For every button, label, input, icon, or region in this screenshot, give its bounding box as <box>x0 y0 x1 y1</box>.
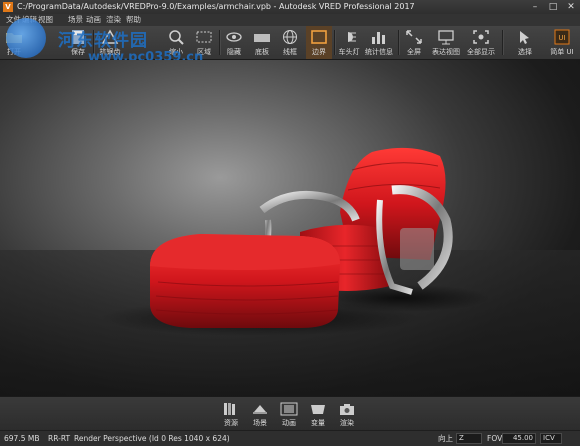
eye-icon <box>226 32 242 42</box>
fullscreen-icon <box>406 30 422 44</box>
dock-animation-button[interactable]: 动画 <box>276 399 302 429</box>
app-icon: V <box>3 2 13 12</box>
show-all-icon <box>473 30 489 44</box>
maximize-button[interactable]: □ <box>545 1 561 13</box>
toolbar-showall-button[interactable]: 全部显示 <box>464 26 498 59</box>
region-icon <box>196 31 212 43</box>
variants-icon <box>311 405 325 414</box>
window-title: C:/ProgramData/Autodesk/VREDPro-9.0/Exam… <box>17 2 415 11</box>
film-icon <box>280 402 298 416</box>
up-axis-label: 向上 <box>438 434 453 443</box>
up-axis-select[interactable]: Z <box>456 433 482 444</box>
ui-icon: UI <box>554 29 570 45</box>
zoom-out-icon <box>169 30 184 45</box>
title-bar: V C:/ProgramData/Autodesk/VREDPro-9.0/Ex… <box>0 0 580 14</box>
dock-variants-button[interactable]: 变量 <box>305 399 331 429</box>
menu-view[interactable]: 视图 <box>38 14 53 26</box>
toolbar-antialias-button[interactable]: 抗锯齿 <box>96 26 124 59</box>
dock-render-button[interactable]: 渲染 <box>334 399 360 429</box>
bottom-dock: 资源 场景 动画 变量 渲染 <box>0 396 580 431</box>
folder-icon <box>6 33 22 43</box>
boundary-icon <box>311 30 327 44</box>
toolbar-shrink-button[interactable]: 缩小 <box>164 26 188 59</box>
toolbar-renderview-button[interactable]: 表达视图 <box>430 26 462 59</box>
memory-usage: 697.5 MB <box>4 434 40 443</box>
floor-icon <box>254 34 270 42</box>
toolbar-stats-button[interactable]: 统计信息 <box>364 26 394 59</box>
render-viewport[interactable] <box>0 60 580 396</box>
icv-button[interactable]: ICV <box>540 433 562 444</box>
render-view-icon <box>438 30 454 45</box>
toolbar-boundary-button[interactable]: 边界 <box>306 26 332 59</box>
books-icon <box>224 403 235 415</box>
toolbar-wireframe-button[interactable]: 线框 <box>278 26 302 59</box>
stats-icon <box>372 32 385 44</box>
toolbar-floor-button[interactable]: 底板 <box>250 26 274 59</box>
toolbar-fullscreen-button[interactable]: 全屏 <box>402 26 426 59</box>
antialias-icon <box>101 29 119 44</box>
fov-label: FOV <box>487 434 503 443</box>
scene-icon <box>253 405 267 414</box>
render-info: Render Perspective (Id 0 Res 1040 x 624) <box>74 434 230 443</box>
toolbar-headlight-button[interactable]: 车头灯 <box>336 26 362 59</box>
toolbar-open-button[interactable]: 打开 <box>2 26 26 59</box>
status-bar: 697.5 MB RR-RT Render Perspective (Id 0 … <box>0 430 580 446</box>
select-icon <box>520 31 529 44</box>
toolbar-select-button[interactable]: 选择 <box>510 26 540 59</box>
fov-input[interactable]: 45.00 <box>502 433 536 444</box>
wireframe-icon <box>283 30 297 44</box>
toolbar-region-button[interactable]: 区域 <box>192 26 216 59</box>
save-icon <box>72 30 84 44</box>
render-mode: RR-RT <box>48 434 71 443</box>
menu-edit[interactable]: 编辑 <box>22 14 37 26</box>
menu-bar: 文件 编辑 视图 场景 动画 渲染 帮助 <box>0 14 580 26</box>
menu-animation[interactable]: 动画 <box>86 14 101 26</box>
armchair-render <box>100 147 490 336</box>
menu-scene[interactable]: 场景 <box>68 14 83 26</box>
toolbar-simpleui-button[interactable]: UI 简单 UI <box>548 26 576 59</box>
menu-help[interactable]: 帮助 <box>126 14 141 26</box>
svg-text:UI: UI <box>558 34 565 42</box>
menu-file[interactable]: 文件 <box>6 14 21 26</box>
menu-render[interactable]: 渲染 <box>106 14 121 26</box>
headlight-icon <box>348 32 356 42</box>
dock-scene-button[interactable]: 场景 <box>247 399 273 429</box>
vred-window: V C:/ProgramData/Autodesk/VREDPro-9.0/Ex… <box>0 0 580 446</box>
close-button[interactable]: ✕ <box>563 1 579 13</box>
camera-icon <box>340 404 354 415</box>
toolbar-save-button[interactable]: 保存 <box>66 26 90 59</box>
main-toolbar: 打开 保存 抗锯齿 缩小 区域 隐藏 底板 线框 边界 车头灯 统计信息 全屏 … <box>0 26 580 60</box>
dock-assets-button[interactable]: 资源 <box>218 399 244 429</box>
minimize-button[interactable]: – <box>527 1 543 13</box>
toolbar-hide-button[interactable]: 隐藏 <box>222 26 246 59</box>
